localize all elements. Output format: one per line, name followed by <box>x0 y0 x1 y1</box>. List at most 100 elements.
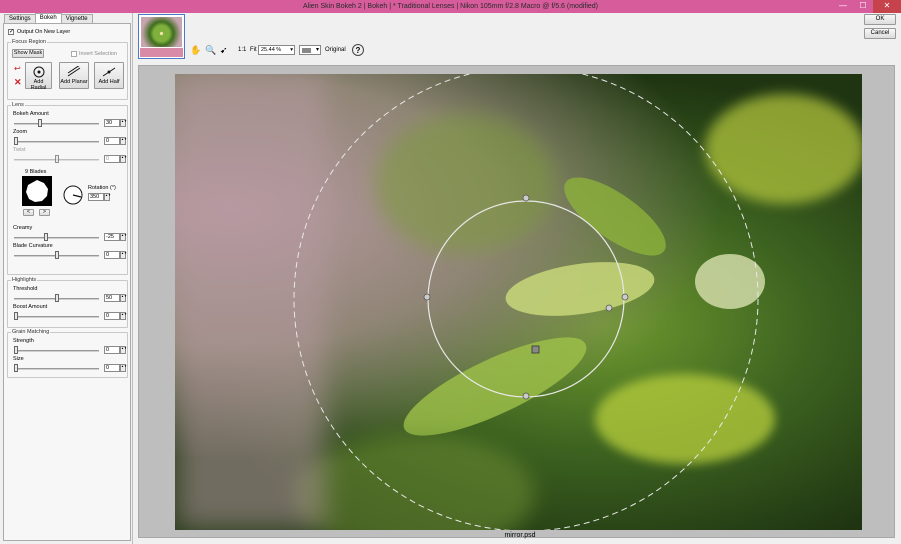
preset-thumbnail[interactable] <box>138 14 185 59</box>
creamy-track[interactable] <box>14 237 99 239</box>
creamy-input[interactable]: -25 <box>104 233 120 241</box>
bokeh-amount-slider[interactable] <box>38 119 43 127</box>
boost-amount-input[interactable]: 0 <box>104 312 120 320</box>
rotate-handle[interactable] <box>605 304 613 312</box>
minimize-button[interactable]: — <box>833 0 853 13</box>
aperture-shape-icon <box>26 180 48 202</box>
maximize-button[interactable]: ☐ <box>853 0 873 13</box>
lens-group: Lens Bokeh Amount 30 ▲▼ Zoom 0 ▲▼ Twist … <box>7 102 128 275</box>
original-button[interactable]: Original <box>325 43 346 57</box>
zoom-track[interactable] <box>14 141 99 143</box>
ok-button[interactable]: OK <box>864 14 896 25</box>
invert-selection-checkbox[interactable] <box>71 51 77 57</box>
close-button[interactable]: ✕ <box>873 0 901 13</box>
handle-right[interactable] <box>621 293 629 301</box>
zoom-spinner[interactable]: ▲▼ <box>120 137 127 145</box>
window-title: Alien Skin Bokeh 2 | Bokeh | * Tradition… <box>302 3 599 10</box>
creamy-spinner[interactable]: ▲▼ <box>120 233 127 241</box>
preview-image[interactable] <box>175 74 862 530</box>
tab-bokeh[interactable]: Bokeh <box>34 13 62 23</box>
bokeh-amount-track[interactable] <box>14 123 99 125</box>
rotation-input[interactable]: 350 <box>88 193 104 201</box>
blade-curvature-input[interactable]: 0 <box>104 251 120 259</box>
radial-target-icon <box>33 66 44 78</box>
add-half-button[interactable]: Add Half <box>94 62 124 89</box>
title-bar: Alien Skin Bokeh 2 | Bokeh | * Tradition… <box>0 0 901 13</box>
fit-button[interactable]: Fit <box>250 43 257 57</box>
invert-selection-label: Invert Selection <box>79 51 117 57</box>
blades-prev-button[interactable]: < <box>23 209 34 216</box>
handle-bottom[interactable] <box>522 392 530 400</box>
blades-next-button[interactable]: > <box>39 209 50 216</box>
boost-amount-spinner[interactable]: ▲▼ <box>120 312 127 320</box>
strength-track[interactable] <box>14 350 99 352</box>
zoom-level-select[interactable]: 25.44 % ▾ <box>258 45 295 55</box>
hand-tool-icon[interactable]: ✋ <box>190 43 201 57</box>
threshold-label: Threshold <box>13 286 38 292</box>
zoom-input[interactable]: 0 <box>104 137 120 145</box>
strength-slider[interactable] <box>14 346 18 354</box>
output-new-layer-label: Output On New Layer <box>17 29 71 35</box>
pointer-tool-icon[interactable]: ➹ <box>220 43 228 57</box>
aperture-preview <box>22 176 52 206</box>
creamy-label: Creamy <box>13 225 33 231</box>
color-swatch <box>302 48 311 53</box>
add-planar-button[interactable]: Add Planar <box>59 62 89 89</box>
cancel-button[interactable]: Cancel <box>864 28 896 39</box>
output-new-layer-checkbox[interactable]: ✓ <box>8 29 14 35</box>
show-mask-button[interactable]: Show Mask <box>12 49 44 58</box>
handle-left[interactable] <box>423 293 431 301</box>
zoom-slider[interactable] <box>14 137 18 145</box>
size-input[interactable]: 0 <box>104 364 120 372</box>
threshold-slider[interactable] <box>54 294 59 302</box>
strength-spinner[interactable]: ▲▼ <box>120 346 127 354</box>
tab-settings[interactable]: Settings <box>4 14 36 23</box>
handle-top[interactable] <box>522 194 530 202</box>
threshold-input[interactable]: 50 <box>104 294 120 302</box>
zoom-label: Zoom <box>13 129 28 135</box>
boost-amount-slider[interactable] <box>14 312 18 320</box>
size-spinner[interactable]: ▲▼ <box>120 364 127 372</box>
thumbnail-image <box>141 17 182 47</box>
zoom-1to1-button[interactable]: 1:1 <box>238 43 246 57</box>
settings-panel: Settings Bokeh Vignette ✓ Output On New … <box>0 13 133 544</box>
strength-input[interactable]: 0 <box>104 346 120 354</box>
focus-region-overlay <box>293 74 759 530</box>
size-track[interactable] <box>14 368 99 370</box>
blades-label: 9 Blades <box>25 169 47 175</box>
twist-slider[interactable] <box>54 155 59 163</box>
zoom-tool-icon[interactable]: 🔍 <box>205 43 216 57</box>
reset-icon[interactable]: ↩ <box>14 64 21 73</box>
highlights-title: Highlights <box>11 277 38 283</box>
rotation-label: Rotation (°) <box>88 185 116 191</box>
bokeh-amount-spinner[interactable]: ▲▼ <box>120 119 127 127</box>
size-label: Size <box>13 356 24 362</box>
tab-vignette[interactable]: Vignette <box>60 14 93 23</box>
chevron-down-icon: ▾ <box>315 47 319 53</box>
bokeh-amount-input[interactable]: 30 <box>104 119 120 127</box>
blade-curvature-spinner[interactable]: ▲▼ <box>120 251 127 259</box>
grain-matching-title: Grain Matching <box>11 329 51 335</box>
boost-amount-track[interactable] <box>14 316 99 318</box>
focus-region-group: Focus Region Show Mask Invert Selection … <box>7 39 128 100</box>
twist-spinner[interactable]: ▲▼ <box>120 155 127 163</box>
center-move-handle[interactable] <box>531 345 540 354</box>
feather-outer-ring[interactable] <box>293 74 759 530</box>
focus-inner-ring[interactable] <box>427 200 625 398</box>
add-planar-label: Add Planar <box>60 79 88 85</box>
help-icon[interactable]: ? <box>352 44 364 56</box>
thumbnail-label-bar <box>140 48 183 57</box>
preview-color-select[interactable]: ▾ <box>299 45 321 55</box>
rotation-spinner[interactable]: ▲▼ <box>104 193 111 201</box>
blade-curvature-slider[interactable] <box>54 251 59 259</box>
twist-input[interactable]: 0 <box>104 155 120 163</box>
size-slider[interactable] <box>14 364 18 372</box>
focus-region-title: Focus Region <box>11 39 47 45</box>
add-radial-button[interactable]: Add Radial <box>25 62 52 91</box>
delete-icon[interactable]: ✕ <box>14 77 22 88</box>
add-half-label: Add Half <box>98 79 120 85</box>
creamy-slider[interactable] <box>44 233 49 241</box>
threshold-spinner[interactable]: ▲▼ <box>120 294 127 302</box>
strength-label: Strength <box>13 338 34 344</box>
rotation-dial-icon[interactable] <box>63 185 83 205</box>
